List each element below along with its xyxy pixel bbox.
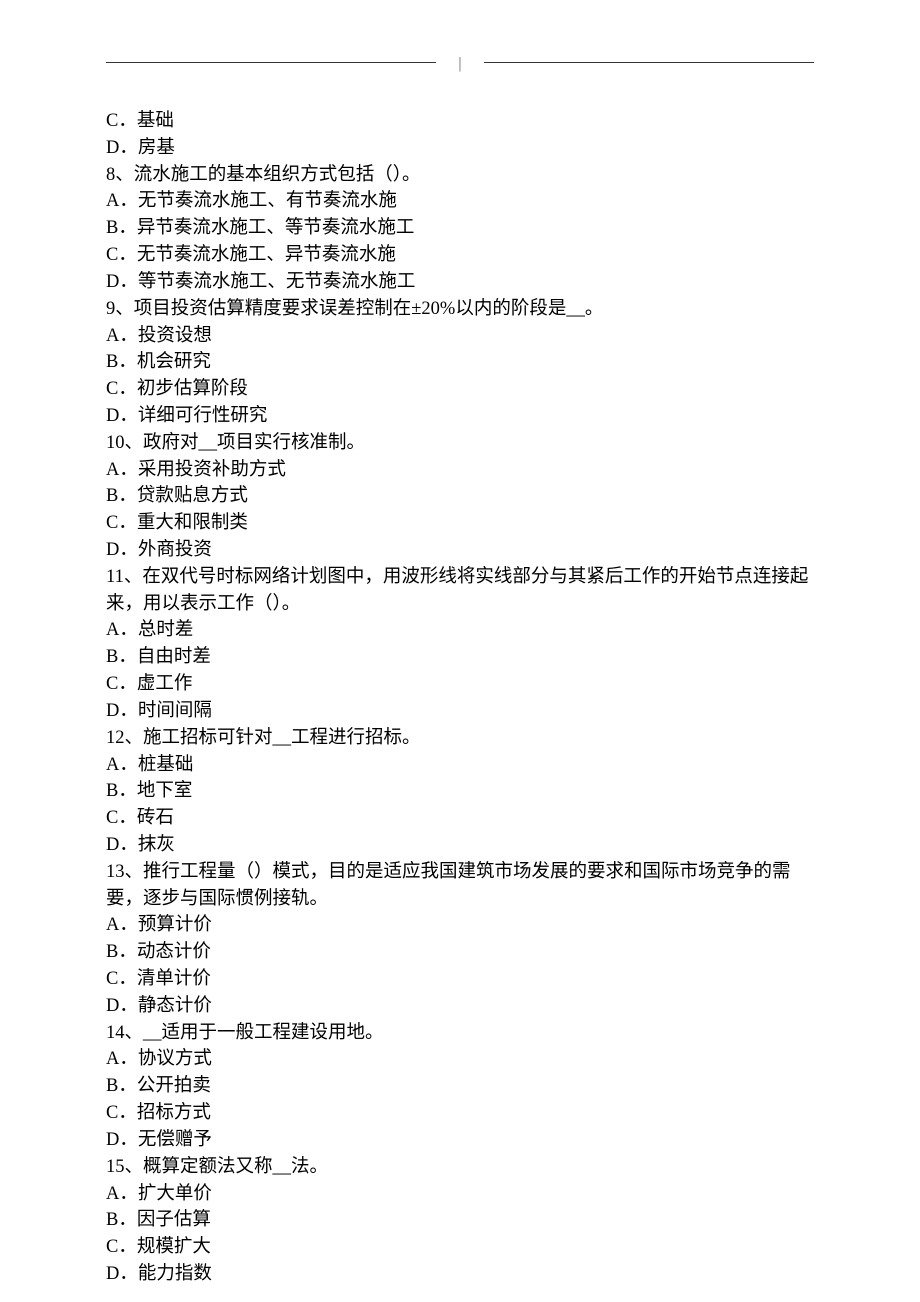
text-line: C．砖石 [106, 805, 814, 832]
text-line: 10、政府对__项目实行核准制。 [106, 430, 814, 457]
text-line: C．初步估算阶段 [106, 376, 814, 403]
text-line: 11、在双代号时标网络计划图中，用波形线将实线部分与其紧后工作的开始节点连接起来… [106, 564, 814, 618]
text-line: B．自由时差 [106, 644, 814, 671]
text-line: A．预算计价 [106, 912, 814, 939]
text-line: C．清单计价 [106, 966, 814, 993]
text-line: A．采用投资补助方式 [106, 457, 814, 484]
text-line: A．总时差 [106, 617, 814, 644]
text-line: D．房基 [106, 135, 814, 162]
text-line: D．外商投资 [106, 537, 814, 564]
text-line: D．等节奏流水施工、无节奏流水施工 [106, 269, 814, 296]
text-line: 9、项目投资估算精度要求误差控制在±20%以内的阶段是__。 [106, 296, 814, 323]
text-line: D．能力指数 [106, 1261, 814, 1288]
text-line: B．异节奏流水施工、等节奏流水施工 [106, 215, 814, 242]
text-line: 14、__适用于一般工程建设用地。 [106, 1020, 814, 1047]
text-line: A．无节奏流水施工、有节奏流水施 [106, 188, 814, 215]
text-line: D．详细可行性研究 [106, 403, 814, 430]
text-line: C．虚工作 [106, 671, 814, 698]
text-line: 12、施工招标可针对__工程进行招标。 [106, 725, 814, 752]
text-line: B．机会研究 [106, 349, 814, 376]
text-line: 13、推行工程量（）模式，目的是适应我国建筑市场发展的要求和国际市场竞争的需要，… [106, 859, 814, 913]
text-line: C．基础 [106, 108, 814, 135]
text-line: C．无节奏流水施工、异节奏流水施 [106, 242, 814, 269]
text-line: D．静态计价 [106, 993, 814, 1020]
text-line: 8、流水施工的基本组织方式包括（）。 [106, 162, 814, 189]
text-line: A．协议方式 [106, 1046, 814, 1073]
header-line-left [106, 62, 436, 63]
text-line: C．招标方式 [106, 1100, 814, 1127]
text-line: C．重大和限制类 [106, 510, 814, 537]
text-line: B．地下室 [106, 778, 814, 805]
header-line-right [484, 62, 814, 63]
text-line: B．公开拍卖 [106, 1073, 814, 1100]
text-line: A．桩基础 [106, 752, 814, 779]
text-line: D．抹灰 [106, 832, 814, 859]
text-line: B．贷款贴息方式 [106, 483, 814, 510]
text-line: 15、概算定额法又称__法。 [106, 1154, 814, 1181]
document-page: | C．基础D．房基8、流水施工的基本组织方式包括（）。A．无节奏流水施工、有节… [0, 0, 920, 1302]
header-separator: | [458, 52, 461, 75]
text-line: D．时间间隔 [106, 698, 814, 725]
text-line: B．因子估算 [106, 1207, 814, 1234]
text-line: D．无偿赠予 [106, 1127, 814, 1154]
header-rule: | [106, 62, 814, 63]
text-line: A．扩大单价 [106, 1181, 814, 1208]
text-line: C．规模扩大 [106, 1234, 814, 1261]
text-line: B．动态计价 [106, 939, 814, 966]
text-line: A．投资设想 [106, 323, 814, 350]
document-content: C．基础D．房基8、流水施工的基本组织方式包括（）。A．无节奏流水施工、有节奏流… [106, 108, 814, 1288]
